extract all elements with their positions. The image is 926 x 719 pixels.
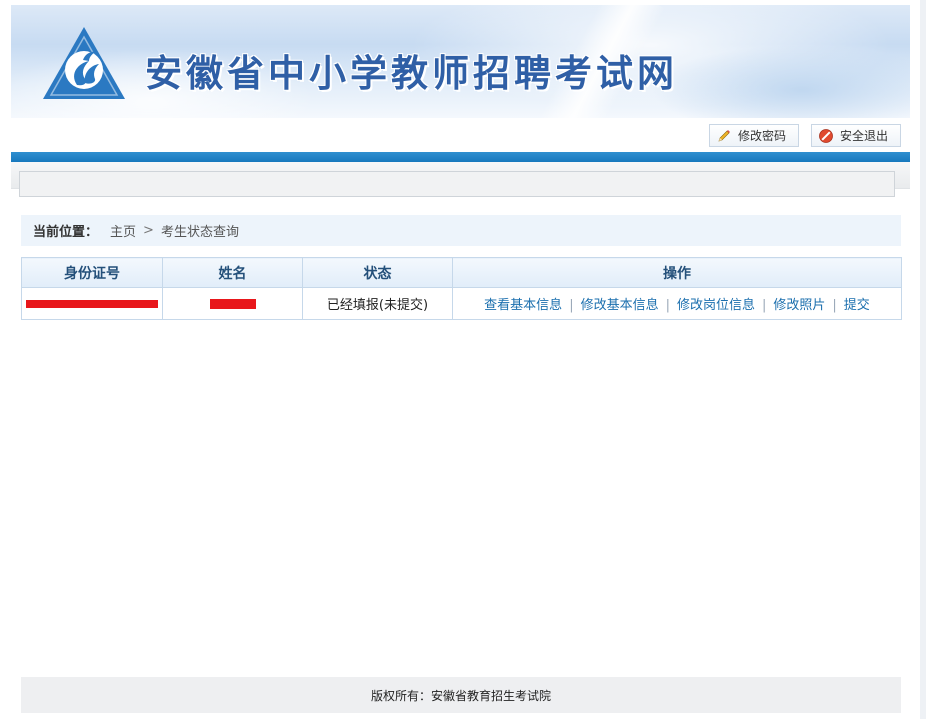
- edit-position-info-link[interactable]: 修改岗位信息: [677, 298, 755, 313]
- footer-copyright: 版权所有：安徽省教育招生考试院: [370, 688, 551, 703]
- view-basic-info-link[interactable]: 查看基本信息: [484, 298, 562, 313]
- site-title: 安徽省中小学教师招聘考试网: [145, 51, 678, 95]
- breadcrumb: 当前位置： 主页 > 考生状态查询: [21, 215, 901, 246]
- action-separator: |: [762, 298, 767, 313]
- action-separator: |: [665, 298, 670, 313]
- nav-box: [19, 171, 895, 197]
- cell-id-number: [21, 287, 163, 320]
- submit-link[interactable]: 提交: [844, 298, 870, 313]
- change-password-button[interactable]: 修改密码: [709, 124, 799, 147]
- action-separator: |: [832, 298, 837, 313]
- breadcrumb-home-link[interactable]: 主页: [110, 221, 136, 240]
- site-logo-icon: [43, 27, 125, 99]
- logout-label: 安全退出: [840, 129, 889, 143]
- breadcrumb-label: 当前位置：: [33, 225, 99, 240]
- header-status: 状态: [302, 257, 453, 288]
- redacted-id-number: [26, 299, 158, 308]
- change-password-label: 修改密码: [738, 129, 787, 143]
- footer: 版权所有：安徽省教育招生考试院: [21, 677, 901, 713]
- header-divider-bar: [11, 152, 910, 162]
- edit-photo-link[interactable]: 修改照片: [773, 298, 825, 313]
- page-right-edge: [920, 0, 926, 719]
- header-actions: 操作: [452, 257, 902, 288]
- banner-cloud: [651, 45, 910, 118]
- cell-actions: 查看基本信息 | 修改基本信息 | 修改岗位信息 | 修改照片 | 提交: [452, 287, 902, 320]
- edit-basic-info-link[interactable]: 修改基本信息: [581, 298, 659, 313]
- candidate-status-table: 身份证号 姓名 状态 操作 已经填报(未提交) 查看基本信息 | 修改基本信息 | 修改…: [21, 257, 902, 320]
- breadcrumb-separator: >: [143, 223, 154, 238]
- table-row: 已经填报(未提交) 查看基本信息 | 修改基本信息 | 修改岗位信息 | 修改照片 | 提交: [21, 287, 902, 320]
- header-name: 姓名: [162, 257, 303, 288]
- logout-button[interactable]: 安全退出: [811, 124, 901, 147]
- no-entry-icon: [819, 128, 833, 143]
- cell-name: [162, 287, 303, 320]
- header-id-number: 身份证号: [21, 257, 163, 288]
- pencil-icon: [718, 129, 730, 141]
- cell-status: 已经填报(未提交): [302, 287, 453, 320]
- table-header-row: 身份证号 姓名 状态 操作: [21, 257, 902, 288]
- action-separator: |: [569, 298, 574, 313]
- site-banner: 安徽省中小学教师招聘考试网: [11, 5, 910, 118]
- redacted-name: [209, 298, 256, 309]
- breadcrumb-current: 考生状态查询: [160, 225, 239, 240]
